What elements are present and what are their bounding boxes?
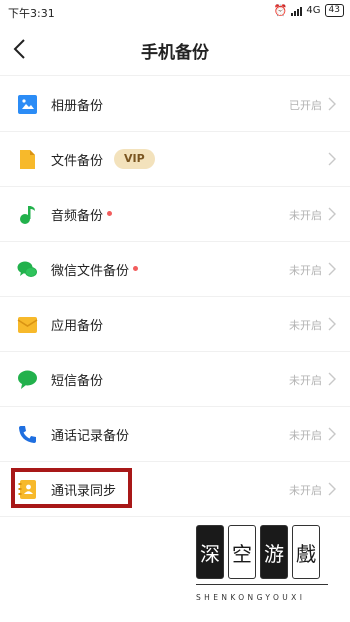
watermark-char: 游 <box>260 525 288 579</box>
music-icon <box>17 204 38 225</box>
file-icon <box>17 149 38 170</box>
row-label: 文件备份 <box>51 154 104 169</box>
watermark-char: 深 <box>196 525 224 579</box>
row-album-backup[interactable]: 相册备份 已开启 <box>0 77 350 132</box>
chevron-right-icon <box>328 97 336 111</box>
row-label: 音频备份 <box>51 205 113 224</box>
notification-dot <box>107 211 113 216</box>
row-status: 未开启 <box>289 319 322 332</box>
app-header: 手机备份 <box>0 24 350 76</box>
row-status: 未开启 <box>289 374 322 387</box>
network-type: 4G <box>306 5 321 16</box>
row-label: 通话记录备份 <box>51 429 130 444</box>
chevron-right-icon <box>328 317 336 331</box>
status-bar: 下午3:31 ⏰ 4G 43 <box>0 0 350 24</box>
row-status: 未开启 <box>289 264 322 277</box>
row-file-backup[interactable]: 文件备份 VIP <box>0 132 350 187</box>
row-app-backup[interactable]: 应用备份 未开启 <box>0 297 350 352</box>
status-time: 下午3:31 <box>8 7 55 20</box>
chevron-right-icon <box>328 372 336 386</box>
vip-badge: VIP <box>114 149 155 169</box>
row-label: 短信备份 <box>51 374 104 389</box>
battery-icon: 43 <box>324 4 344 17</box>
app-box-icon <box>17 314 38 335</box>
row-status: 未开启 <box>289 429 322 442</box>
chevron-right-icon <box>328 207 336 221</box>
row-label: 微信文件备份 <box>51 260 139 279</box>
row-wechat-file-backup[interactable]: 微信文件备份 未开启 <box>0 242 350 297</box>
row-status: 未开启 <box>289 209 322 222</box>
status-indicators: ⏰ 4G 43 <box>274 4 344 17</box>
phone-icon <box>17 424 38 445</box>
highlight-annotation <box>11 468 132 508</box>
watermark-subtitle: SHENKONGYOUXI <box>196 593 306 602</box>
album-icon <box>17 94 38 115</box>
watermark-char: 戲 <box>292 525 320 579</box>
sms-icon <box>17 369 38 390</box>
row-call-log-backup[interactable]: 通话记录备份 未开启 <box>0 407 350 462</box>
row-label: 应用备份 <box>51 319 104 334</box>
page-title: 手机备份 <box>141 43 209 63</box>
backup-list: 相册备份 已开启 文件备份 VIP 音频备份 未开启 微信文件备份 未开启 应用… <box>0 77 350 517</box>
chevron-right-icon <box>328 262 336 276</box>
chevron-right-icon <box>328 152 336 166</box>
row-label-text: 音频备份 <box>51 209 104 224</box>
chevron-right-icon <box>328 427 336 441</box>
row-status: 已开启 <box>289 99 322 112</box>
alarm-icon: ⏰ <box>273 4 288 17</box>
watermark-char: 空 <box>228 525 256 579</box>
watermark-logo: 深 空 游 戲 SHENKONGYOUXI <box>196 525 336 610</box>
chevron-right-icon <box>328 482 336 496</box>
row-label-text: 微信文件备份 <box>51 264 130 279</box>
watermark-divider <box>196 584 328 585</box>
notification-dot <box>133 266 139 271</box>
row-sms-backup[interactable]: 短信备份 未开启 <box>0 352 350 407</box>
row-status: 未开启 <box>289 484 322 497</box>
signal-icon <box>291 6 303 16</box>
wechat-icon <box>17 259 38 280</box>
row-audio-backup[interactable]: 音频备份 未开启 <box>0 187 350 242</box>
row-label: 相册备份 <box>51 99 104 114</box>
